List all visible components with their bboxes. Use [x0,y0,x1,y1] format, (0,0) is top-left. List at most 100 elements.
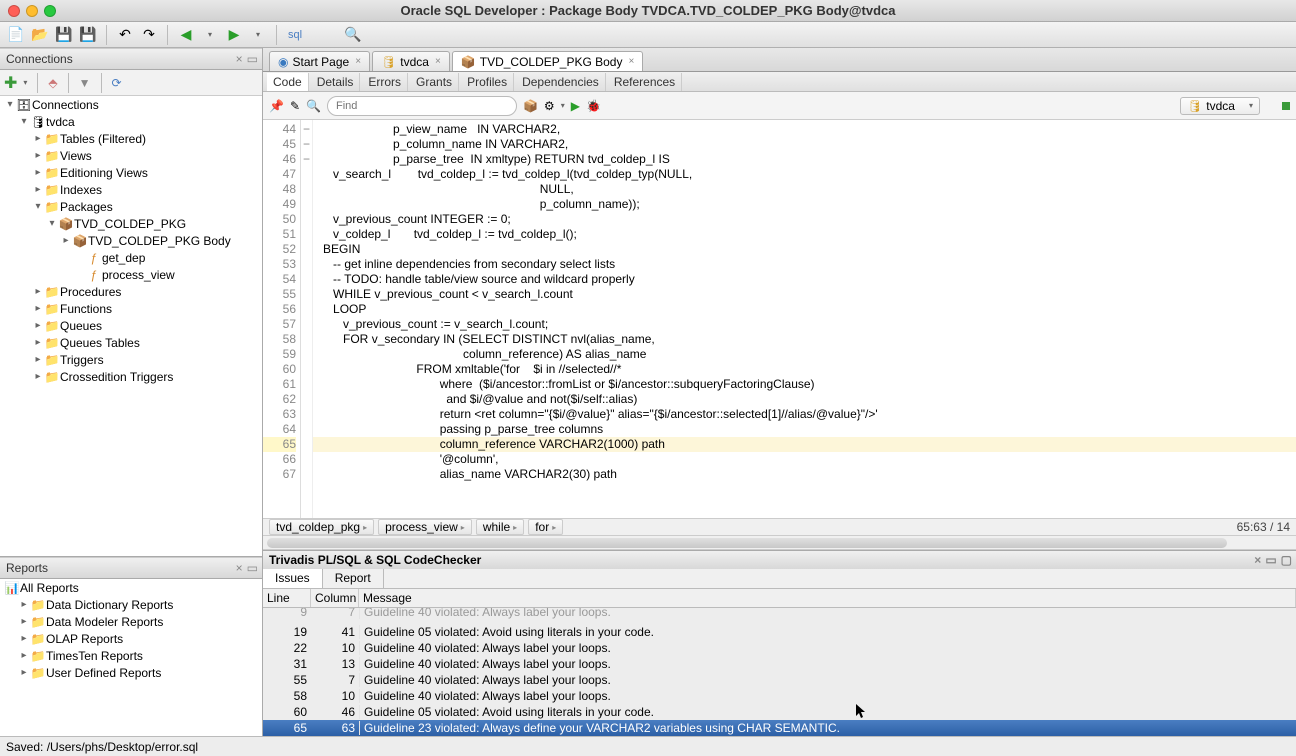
checker-tab-issues[interactable]: Issues [263,569,323,588]
connection-selector[interactable]: 🛢tvdca▾ [1180,97,1260,115]
filter-icon[interactable]: ▼ [79,76,91,90]
close-icon: × [355,56,361,67]
search-icon[interactable]: 🔍 [306,99,321,113]
tree-node[interactable]: ▸📁Procedures [0,283,262,300]
connections-toolbar: ✚ ▾ ⬘ ▼ ⟳ [0,70,262,96]
panel-minimize-icon[interactable]: ▭ [247,561,258,575]
subtab-grants[interactable]: Grants [410,73,459,91]
panel-close-icon[interactable]: × [236,561,243,575]
issue-row[interactable]: 5810Guideline 40 violated: Always label … [263,688,1296,704]
report-node[interactable]: 📊All Reports [0,579,262,596]
tab-start-page[interactable]: ◉Start Page× [269,51,370,71]
tree-node[interactable]: ƒget_dep [0,249,262,266]
back-icon[interactable]: ◀ [176,25,196,45]
panel-maximize-icon[interactable]: ▢ [1281,553,1292,567]
panel-close-icon[interactable]: × [1254,553,1261,567]
issue-row[interactable]: 6563Guideline 23 violated: Always define… [263,720,1296,736]
save-all-icon[interactable]: 💾 [78,25,98,45]
save-icon[interactable]: 💾 [54,25,74,45]
edit-icon[interactable]: ✎ [290,99,300,113]
run-icon[interactable]: ▶ [571,99,580,113]
subtab-dependencies[interactable]: Dependencies [516,73,606,91]
checker-tab-report[interactable]: Report [323,569,384,588]
report-node[interactable]: ▸📁Data Dictionary Reports [0,596,262,613]
subtab-errors[interactable]: Errors [362,73,408,91]
object-subtabs: CodeDetailsErrorsGrantsProfilesDependenc… [263,72,1296,92]
status-indicator-icon [1282,102,1290,110]
checker-table-header: Line Column Message [263,589,1296,608]
undo-icon[interactable]: ↶ [115,25,135,45]
panel-close-icon[interactable]: × [236,52,243,66]
back-menu-icon[interactable]: ▾ [200,25,220,45]
status-bar: Saved: /Users/phs/Desktop/error.sql [0,736,1296,756]
issue-row[interactable]: 6046Guideline 05 violated: Avoid using l… [263,704,1296,720]
close-icon: × [435,56,441,67]
subtab-references[interactable]: References [608,73,682,91]
tab-package-body[interactable]: 📦TVD_COLDEP_PKG Body× [452,51,644,71]
forward-menu-icon[interactable]: ▾ [248,25,268,45]
report-node[interactable]: ▸📁Data Modeler Reports [0,613,262,630]
tree-node[interactable]: ▸📁Triggers [0,351,262,368]
tree-node[interactable]: ▸📁Crossedition Triggers [0,368,262,385]
report-node[interactable]: ▸📁TimesTen Reports [0,647,262,664]
window-title: Oracle SQL Developer : Package Body TVDC… [0,3,1296,18]
tree-node[interactable]: ▾📦TVD_COLDEP_PKG [0,215,262,232]
panel-minimize-icon[interactable]: ▭ [1265,553,1276,567]
subtab-details[interactable]: Details [311,73,361,91]
reports-tree[interactable]: 📊All Reports▸📁Data Dictionary Reports▸📁D… [0,579,262,736]
forward-icon[interactable]: ▶ [224,25,244,45]
add-connection-icon[interactable]: ✚ [4,73,17,93]
issue-row[interactable]: 2210Guideline 40 violated: Always label … [263,640,1296,656]
gear-icon[interactable]: ⚙ [544,99,555,113]
compile-icon[interactable]: 📦 [523,99,538,113]
issue-row[interactable]: 3113Guideline 40 violated: Always label … [263,656,1296,672]
tree-node[interactable]: ▸📁Indexes [0,181,262,198]
subtab-code[interactable]: Code [267,73,309,91]
horizontal-scrollbar[interactable] [263,536,1296,550]
issue-row[interactable]: 1941Guideline 05 violated: Avoid using l… [263,624,1296,640]
connections-tree[interactable]: ▾🗄Connections▾🛢tvdca▸📁Tables (Filtered)▸… [0,96,262,556]
subtab-profiles[interactable]: Profiles [461,73,514,91]
tns-icon[interactable]: ⬘ [48,76,57,90]
cursor-position: 65:63 / 14 [1237,520,1290,534]
issue-row[interactable]: 97Guideline 40 violated: Always label yo… [263,608,1296,620]
breadcrumb-item[interactable]: tvd_coldep_pkg ▸ [269,519,374,535]
tree-node[interactable]: ▸📁Tables (Filtered) [0,130,262,147]
tab-tvdca[interactable]: 🛢tvdca× [372,51,450,71]
new-icon[interactable]: 📄 [6,25,26,45]
tree-node[interactable]: ▸📁Views [0,147,262,164]
refresh-icon[interactable]: ⟳ [112,76,122,90]
panel-minimize-icon[interactable]: ▭ [247,52,258,66]
status-text: Saved: /Users/phs/Desktop/error.sql [6,740,198,754]
breadcrumb-item[interactable]: process_view ▸ [378,519,472,535]
editor-toolbar: 📌 ✎ 🔍 📦 ⚙▾ ▶ 🐞 🛢tvdca▾ [263,92,1296,120]
open-icon[interactable]: 📂 [30,25,50,45]
issue-row[interactable]: 557Guideline 40 violated: Always label y… [263,672,1296,688]
sql-icon[interactable]: sql [285,25,305,45]
tree-node[interactable]: ▸📁Editioning Views [0,164,262,181]
report-node[interactable]: ▸📁User Defined Reports [0,664,262,681]
titlebar: Oracle SQL Developer : Package Body TVDC… [0,0,1296,22]
code-editor[interactable]: 4445464748495051525354555657585960616263… [263,120,1296,518]
tree-node[interactable]: ƒprocess_view [0,266,262,283]
debug-icon[interactable]: 🐞 [586,99,601,113]
reports-panel-header: Reports ×▭ [0,557,262,579]
breadcrumb: tvd_coldep_pkg ▸process_view ▸while ▸for… [263,518,1296,536]
tree-node[interactable]: ▾🛢tvdca [0,113,262,130]
tree-node[interactable]: ▸📁Functions [0,300,262,317]
breadcrumb-item[interactable]: while ▸ [476,519,524,535]
find-input[interactable] [327,96,517,116]
tree-node[interactable]: ▸📁Queues Tables [0,334,262,351]
breadcrumb-item[interactable]: for ▸ [528,519,563,535]
checker-title: Trivadis PL/SQL & SQL CodeChecker ×▭▢ [263,551,1296,569]
report-node[interactable]: ▸📁OLAP Reports [0,630,262,647]
tree-node[interactable]: ▸📦TVD_COLDEP_PKG Body [0,232,262,249]
redo-icon[interactable]: ↷ [139,25,159,45]
main-toolbar: 📄 📂 💾 💾 ↶ ↷ ◀ ▾ ▶ ▾ sql 🔍 [0,22,1296,48]
tree-node[interactable]: ▸📁Queues [0,317,262,334]
tree-node[interactable]: ▾🗄Connections [0,96,262,113]
pin-icon[interactable]: 📌 [269,99,284,113]
connections-title: Connections [6,52,73,66]
binoculars-icon[interactable]: 🔍 [343,25,363,45]
tree-node[interactable]: ▾📁Packages [0,198,262,215]
